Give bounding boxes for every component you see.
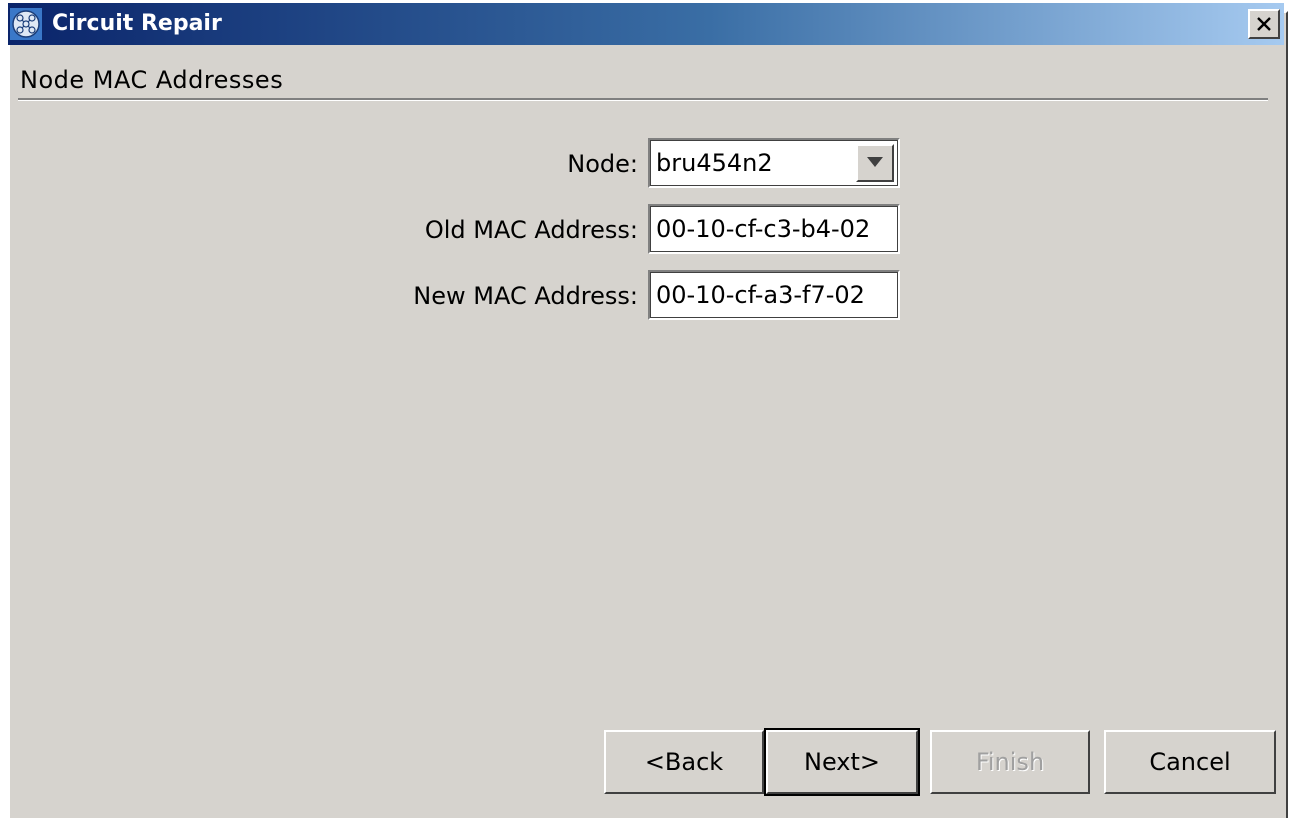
close-icon: [1257, 17, 1271, 31]
finish-button[interactable]: Finish: [930, 730, 1090, 794]
close-button[interactable]: [1248, 9, 1280, 39]
new-mac-field[interactable]: 00-10-cf-a3-f7-02: [648, 270, 900, 320]
section-separator: [18, 98, 1268, 101]
node-dropdown-value: bru454n2: [656, 149, 773, 177]
node-dropdown-toggle[interactable]: [856, 144, 894, 182]
old-mac-label: Old MAC Address:: [424, 216, 638, 244]
window-title: Circuit Repair: [52, 11, 222, 36]
title-bar[interactable]: Circuit Repair: [8, 3, 1284, 45]
next-button[interactable]: Next>: [764, 728, 920, 796]
node-label: Node:: [567, 150, 638, 178]
cancel-button[interactable]: Cancel: [1104, 730, 1276, 794]
new-mac-label: New MAC Address:: [413, 282, 638, 310]
chevron-down-icon: [867, 157, 883, 167]
network-globe-icon: [10, 8, 42, 40]
circuit-repair-dialog: [8, 11, 1288, 818]
section-title: Node MAC Addresses: [20, 66, 284, 94]
old-mac-field[interactable]: 00-10-cf-c3-b4-02: [648, 204, 900, 254]
old-mac-value: 00-10-cf-c3-b4-02: [656, 215, 871, 243]
new-mac-value: 00-10-cf-a3-f7-02: [656, 281, 865, 309]
back-button[interactable]: <Back: [604, 730, 764, 794]
node-dropdown[interactable]: bru454n2: [648, 138, 900, 188]
